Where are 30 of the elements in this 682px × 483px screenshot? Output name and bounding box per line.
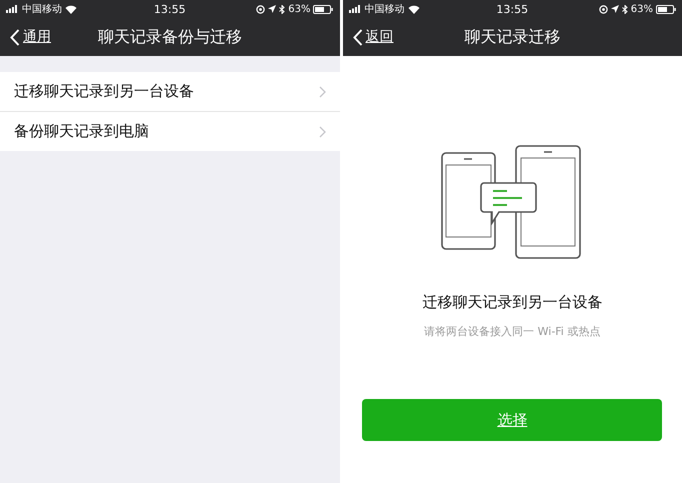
nav-title: 聊天记录备份与迁移 <box>98 26 242 48</box>
carrier-name: 中国移动 <box>22 2 62 16</box>
signal-icon <box>6 5 19 13</box>
settings-row[interactable]: 备份聊天记录到电脑 <box>0 112 340 151</box>
migration-heading: 迁移聊天记录到另一台设备 <box>422 293 602 312</box>
lock-rotation-icon <box>598 4 608 14</box>
location-icon <box>610 5 619 13</box>
wifi-icon <box>408 4 420 14</box>
bluetooth-icon <box>279 4 286 14</box>
battery-percent: 63% <box>630 4 653 14</box>
location-icon <box>268 5 276 13</box>
chevron-left-icon <box>352 28 362 46</box>
battery-icon <box>313 4 334 14</box>
status-time: 13:55 <box>154 2 186 16</box>
bluetooth-icon <box>622 4 628 14</box>
back-link[interactable]: 通用 <box>10 28 51 46</box>
battery-percent: 63% <box>288 4 310 14</box>
carrier-name: 中国移动 <box>364 2 404 16</box>
wifi-hint: 请将两台设备接入同一 Wi-Fi 或热点 <box>424 324 600 339</box>
wifi-icon <box>65 4 77 14</box>
chevron-left-icon <box>10 28 20 46</box>
signal-icon <box>348 5 362 13</box>
status-time: 13:55 <box>496 2 528 16</box>
chevron-right-icon <box>318 86 326 98</box>
lock-rotation-icon <box>256 4 266 14</box>
back-link[interactable]: 返回 <box>352 28 394 46</box>
nav-title: 聊天记录迁移 <box>464 26 560 48</box>
battery-icon <box>656 4 676 14</box>
chevron-right-icon <box>318 126 326 138</box>
settings-row[interactable]: 迁移聊天记录到另一台设备 <box>0 72 340 112</box>
